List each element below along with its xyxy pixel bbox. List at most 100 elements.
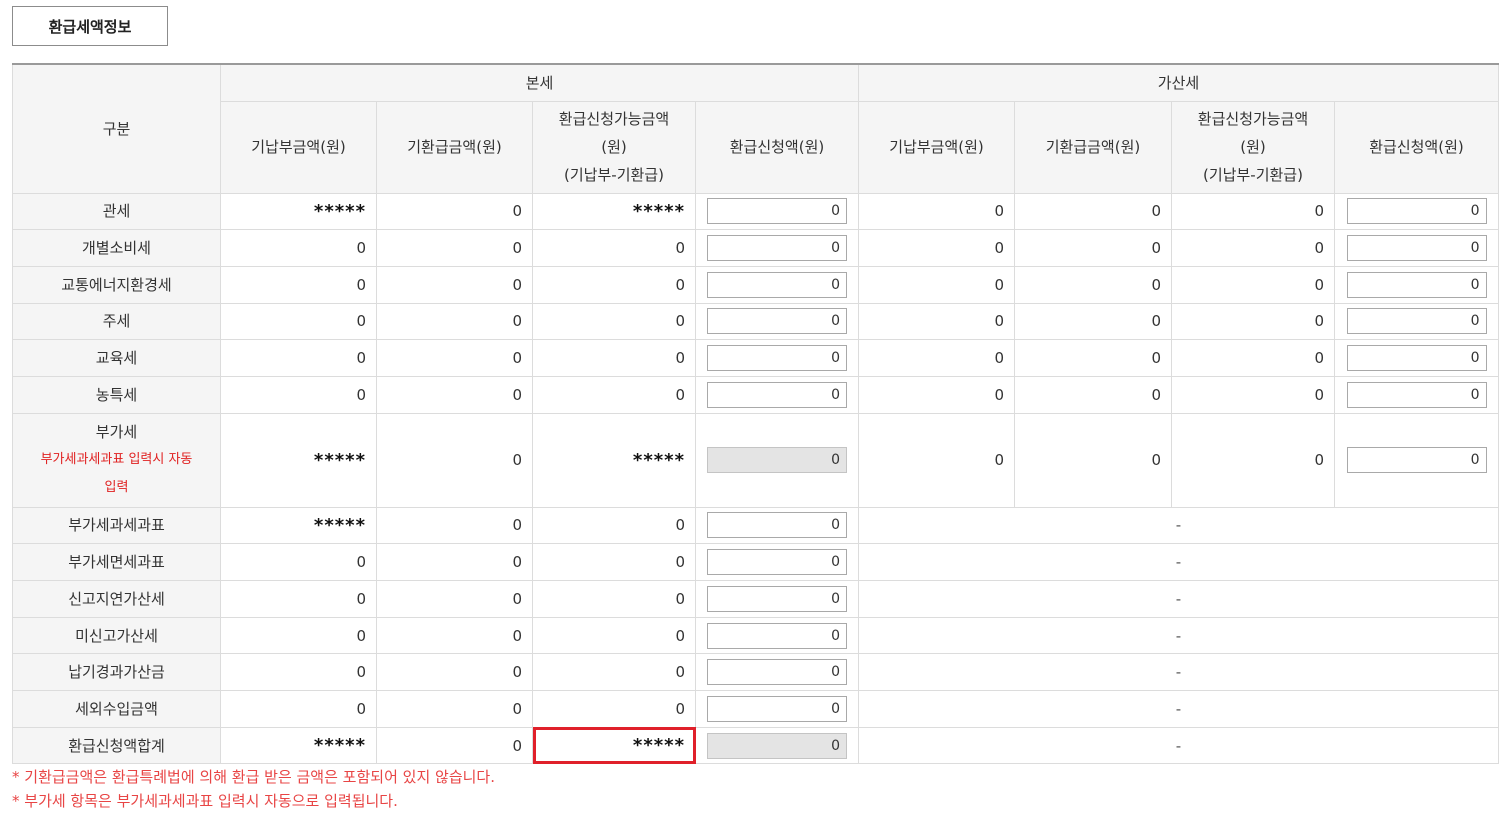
refund-request-input[interactable] <box>1346 271 1487 298</box>
table-row: 납기경과가산금000- <box>12 653 1499 692</box>
row-label-text: 교육세 <box>95 349 138 368</box>
row-label-text: 납기경과가산금 <box>68 663 165 682</box>
refund-request-input <box>707 447 847 474</box>
cell-g2: 0 <box>1014 265 1172 304</box>
cell-b2: 0 <box>376 506 533 545</box>
header-gasanse-col-1: 기납부금액(원) <box>858 100 1015 194</box>
note-line: * 부가세 항목은 부가세과세과표 입력시 자동으로 입력됩니다. <box>12 792 398 810</box>
refund-request-input[interactable] <box>707 695 847 722</box>
cell-g4 <box>1334 229 1499 267</box>
cell-b2: 0 <box>376 339 533 377</box>
gasanse-na-cell: - <box>858 580 1499 618</box>
cell-b4 <box>695 339 859 377</box>
tab-refund-tax-info[interactable]: 환급세액정보 <box>12 6 168 46</box>
row-label: 신고지연가산세 <box>12 580 221 618</box>
cell-g2: 0 <box>1014 192 1172 231</box>
cell-g4 <box>1334 192 1499 231</box>
header-gasanse: 가산세 <box>858 63 1499 102</box>
refund-request-input[interactable] <box>707 512 847 539</box>
row-label: 주세 <box>12 302 221 341</box>
row-label-text: 개별소비세 <box>81 239 151 258</box>
cell-g3: 0 <box>1171 375 1335 414</box>
cell-b4 <box>695 265 859 304</box>
gasanse-na-cell: - <box>858 543 1499 581</box>
header-bonse-col-1: 기납부금액(원) <box>220 100 377 194</box>
auto-input-note: 부가세과세과표 입력시 자동 입력 <box>40 452 193 496</box>
refund-request-input[interactable] <box>1346 447 1487 474</box>
header-gubun: 구분 <box>12 63 221 194</box>
cell-g3: 0 <box>1171 412 1335 508</box>
cell-g2: 0 <box>1014 412 1172 508</box>
row-label: 부가세과세과표 <box>12 506 221 545</box>
header-bonse-col-4: 환급신청액(원) <box>695 100 859 194</box>
table-row: 부가세 부가세과세과표 입력시 자동 입력 ***** 0 ***** 0 0 0 <box>12 412 1499 508</box>
cell-g3: 0 <box>1171 192 1335 231</box>
cell-b3: 0 <box>532 339 696 377</box>
table-row: 부가세면세과표000- <box>12 543 1499 581</box>
cell-b3: 0 <box>532 616 696 655</box>
row-label-text: 교통에너지환경세 <box>61 275 172 294</box>
refund-request-input[interactable] <box>707 549 847 576</box>
cell-b1: 0 <box>220 690 377 728</box>
table-row: 관세 ***** 0 ***** 0 0 0 <box>12 192 1499 231</box>
cell-b1: 0 <box>220 653 377 692</box>
table-row: 부가세과세과표*****00- <box>12 506 1499 545</box>
cell-b4 <box>695 616 859 655</box>
refund-request-input[interactable] <box>707 345 847 372</box>
refund-request-input[interactable] <box>1346 198 1487 225</box>
refund-request-input <box>707 732 847 759</box>
refund-request-input[interactable] <box>707 622 847 649</box>
cell-g4 <box>1334 265 1499 304</box>
gasanse-na-cell: - <box>858 690 1499 728</box>
row-label: 환급신청액합계 <box>12 726 221 765</box>
refund-request-input[interactable] <box>1346 235 1487 262</box>
cell-g1: 0 <box>858 229 1015 267</box>
cell-b3: 0 <box>532 653 696 692</box>
table-row: 농특세 0 0 0 0 0 0 <box>12 375 1499 414</box>
cell-b2: 0 <box>376 229 533 267</box>
refund-request-input[interactable] <box>707 659 847 686</box>
cell-g3: 0 <box>1171 339 1335 377</box>
row-label-text: 신고지연가산세 <box>68 589 165 608</box>
cell-b3: 0 <box>532 690 696 728</box>
refund-request-input[interactable] <box>707 198 847 225</box>
cell-b4 <box>695 412 859 508</box>
cell-b4 <box>695 506 859 545</box>
table-row: 개별소비세 0 0 0 0 0 0 <box>12 229 1499 267</box>
cell-b1: ***** <box>220 192 377 231</box>
cell-b2: 0 <box>376 616 533 655</box>
refund-request-input[interactable] <box>1346 345 1487 372</box>
cell-g3: 0 <box>1171 302 1335 341</box>
cell-b1: ***** <box>220 506 377 545</box>
row-label-text: 관세 <box>102 202 131 221</box>
cell-g3: 0 <box>1171 229 1335 267</box>
gasanse-na-cell: - <box>858 726 1499 765</box>
refund-request-input[interactable] <box>707 308 847 335</box>
cell-g2: 0 <box>1014 229 1172 267</box>
cell-b1: 0 <box>220 616 377 655</box>
row-label: 개별소비세 <box>12 229 221 267</box>
cell-b3: 0 <box>532 265 696 304</box>
refund-request-input[interactable] <box>707 381 847 408</box>
refund-request-input[interactable] <box>1346 308 1487 335</box>
cell-g4 <box>1334 302 1499 341</box>
cell-b2: 0 <box>376 726 533 765</box>
refund-request-input[interactable] <box>1346 381 1487 408</box>
row-label: 관세 <box>12 192 221 231</box>
cell-g1: 0 <box>858 265 1015 304</box>
cell-b1: 0 <box>220 580 377 618</box>
gasanse-na-cell: - <box>858 506 1499 545</box>
cell-b3: ***** <box>532 412 696 508</box>
cell-g2: 0 <box>1014 375 1172 414</box>
gasanse-na-cell: - <box>858 653 1499 692</box>
table-row: 주세 0 0 0 0 0 0 <box>12 302 1499 341</box>
table-row: 신고지연가산세000- <box>12 580 1499 618</box>
refund-request-input[interactable] <box>707 585 847 612</box>
row-label: 농특세 <box>12 375 221 414</box>
refund-request-input[interactable] <box>707 271 847 298</box>
refund-request-input[interactable] <box>707 235 847 262</box>
row-label: 세외수입금액 <box>12 690 221 728</box>
cell-b3: 0 <box>532 506 696 545</box>
cell-b1: 0 <box>220 543 377 581</box>
cell-b3: 0 <box>532 302 696 341</box>
